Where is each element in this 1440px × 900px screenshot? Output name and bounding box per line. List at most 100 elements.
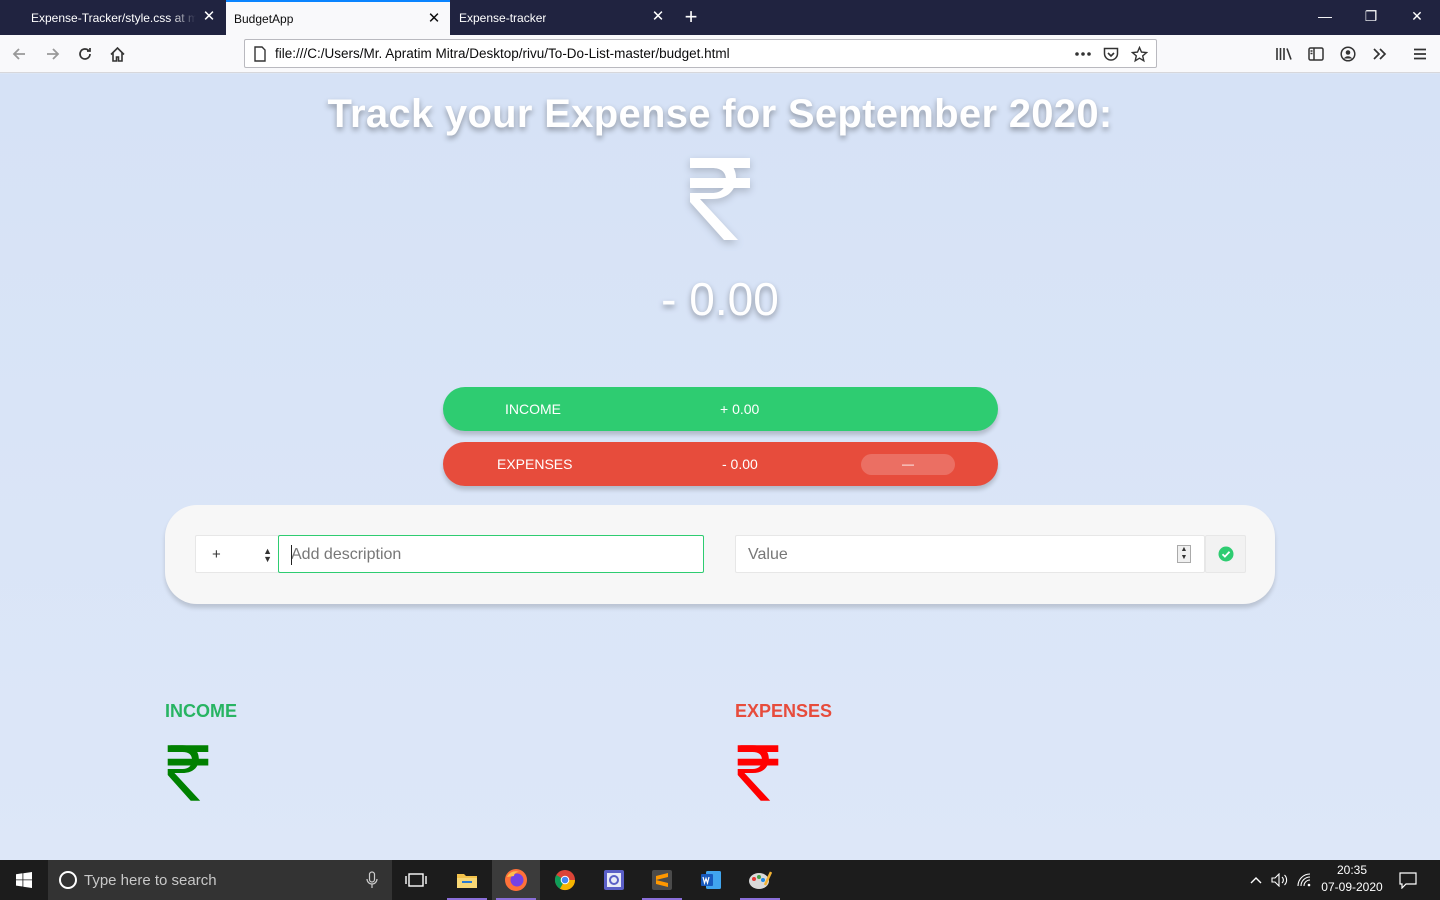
pocket-icon[interactable]	[1100, 43, 1122, 65]
windows-taskbar: Type here to search 20:35 07-09-2020	[0, 860, 1440, 900]
budget-app-page: Track your Expense for September 2020: -…	[0, 74, 1440, 860]
chrome-icon	[554, 870, 576, 891]
add-button[interactable]	[1205, 535, 1246, 573]
restore-icon[interactable]: ❐	[1348, 0, 1394, 35]
home-button[interactable]	[102, 39, 132, 69]
new-tab-button[interactable]: +	[678, 5, 704, 31]
notification-icon	[1399, 871, 1417, 889]
taskbar-paint[interactable]	[736, 860, 784, 900]
image-viewer-icon	[604, 870, 624, 890]
start-button[interactable]	[0, 860, 48, 900]
url-bar[interactable]: file:///C:/Users/Mr. Apratim Mitra/Deskt…	[244, 39, 1157, 68]
hamburger-icon	[1414, 48, 1426, 60]
taskbar-firefox[interactable]	[492, 860, 540, 900]
tab-label: BudgetApp	[234, 11, 294, 26]
sidebar-button[interactable]	[1301, 39, 1331, 69]
browser-tab-bar: Expense-Tracker/style.css at master ✕ Bu…	[0, 0, 1440, 35]
taskbar-search[interactable]: Type here to search	[48, 860, 392, 900]
speaker-icon	[1271, 873, 1288, 887]
cortana-icon	[59, 871, 77, 889]
sublime-text-icon	[652, 870, 672, 890]
taskbar-sublime-text[interactable]	[638, 860, 686, 900]
reload-icon	[79, 48, 91, 60]
minimize-icon[interactable]: —	[1302, 0, 1348, 35]
expenses-column-title: EXPENSES	[735, 701, 833, 721]
url-text: file:///C:/Users/Mr. Apratim Mitra/Deskt…	[275, 46, 730, 61]
expenses-percentage-badge: —	[861, 454, 955, 475]
rupee-icon	[737, 745, 779, 801]
forward-button[interactable]	[38, 39, 68, 69]
check-circle-icon	[1218, 546, 1233, 562]
close-icon[interactable]: ✕	[650, 9, 666, 25]
add-item-panel: + ▲ ▼ Add description Value ▲ ▼	[165, 505, 1275, 604]
show-hidden-icons-button[interactable]	[1244, 860, 1268, 900]
sidebar-icon	[1308, 47, 1324, 61]
budget-value: - 0.00	[661, 273, 779, 325]
chevron-double-right-icon	[1373, 48, 1387, 60]
rupee-icon	[167, 745, 209, 801]
income-summary-label: INCOME	[505, 401, 561, 417]
tab-label: Expense-tracker	[459, 10, 547, 25]
account-button[interactable]	[1333, 39, 1363, 69]
income-summary-bar: INCOME + 0.00	[443, 387, 998, 431]
wifi-icon	[1297, 873, 1311, 887]
taskbar-chrome[interactable]	[541, 860, 589, 900]
library-icon	[1276, 48, 1292, 60]
income-summary-value: + 0.00	[720, 401, 760, 417]
window-close-icon[interactable]: ✕	[1394, 0, 1440, 35]
task-view-icon	[405, 873, 427, 887]
expenses-summary-label: EXPENSES	[497, 456, 573, 472]
taskbar-search-placeholder: Type here to search	[84, 871, 217, 889]
volume-button[interactable]	[1268, 860, 1292, 900]
value-placeholder: Value	[748, 546, 788, 563]
word-icon	[701, 871, 721, 889]
taskbar-file-explorer[interactable]	[443, 860, 491, 900]
value-input[interactable]: Value ▲ ▼	[735, 535, 1205, 573]
windows-logo-icon	[16, 872, 32, 888]
page-title: Track your Expense for September 2020:	[327, 92, 1113, 136]
arrow-left-icon	[12, 48, 25, 60]
close-icon[interactable]: ✕	[201, 9, 217, 25]
paint-palette-icon	[749, 871, 772, 889]
arrow-right-icon	[47, 48, 60, 60]
tab-budgetapp[interactable]: BudgetApp ✕	[226, 0, 450, 35]
network-button[interactable]	[1293, 860, 1317, 900]
tab-expense-tracker[interactable]: Expense-tracker ✕	[451, 0, 674, 35]
description-placeholder: Add description	[291, 546, 402, 563]
text-caret	[291, 545, 292, 565]
expenses-summary-bar: EXPENSES - 0.00 —	[443, 442, 998, 486]
library-button[interactable]	[1269, 39, 1299, 69]
taskbar-word[interactable]	[687, 860, 735, 900]
browser-nav-bar: file:///C:/Users/Mr. Apratim Mitra/Deskt…	[0, 35, 1440, 73]
clock-time: 20:35	[1336, 863, 1368, 877]
system-clock[interactable]: 20:35 07-09-2020	[1316, 862, 1388, 896]
account-icon	[1340, 46, 1356, 62]
bookmark-star-icon[interactable]	[1128, 43, 1150, 65]
firefox-icon	[505, 869, 527, 891]
more-actions-icon[interactable]	[1072, 43, 1094, 65]
hamburger-menu-button[interactable]	[1405, 39, 1435, 69]
chevron-up-icon	[1250, 877, 1262, 884]
close-icon[interactable]: ✕	[426, 11, 442, 27]
description-input[interactable]: Add description	[278, 535, 704, 573]
back-button[interactable]	[4, 39, 34, 69]
taskbar-app-photos[interactable]	[590, 860, 638, 900]
type-select-value: +	[212, 546, 221, 563]
home-icon	[109, 46, 125, 62]
microphone-icon[interactable]	[366, 871, 378, 889]
action-center-button[interactable]	[1392, 860, 1424, 900]
folder-icon	[457, 874, 477, 888]
tab-expense-tracker-style[interactable]: Expense-Tracker/style.css at master ✕	[0, 0, 225, 35]
page-icon	[254, 46, 266, 62]
reload-button[interactable]	[70, 39, 100, 69]
expenses-summary-value: - 0.00	[722, 456, 758, 472]
task-view-button[interactable]	[392, 860, 440, 900]
overflow-menu-button[interactable]	[1365, 39, 1395, 69]
number-spinner[interactable]: ▲ ▼	[1177, 545, 1191, 563]
clock-date: 07-09-2020	[1321, 880, 1383, 894]
type-select[interactable]: + ▲ ▼	[195, 535, 279, 573]
rupee-icon	[690, 158, 750, 240]
income-column-title: INCOME	[165, 701, 237, 721]
tab-label: Expense-Tracker/style.css at master	[31, 10, 196, 25]
select-arrows-icon: ▲ ▼	[263, 546, 272, 564]
